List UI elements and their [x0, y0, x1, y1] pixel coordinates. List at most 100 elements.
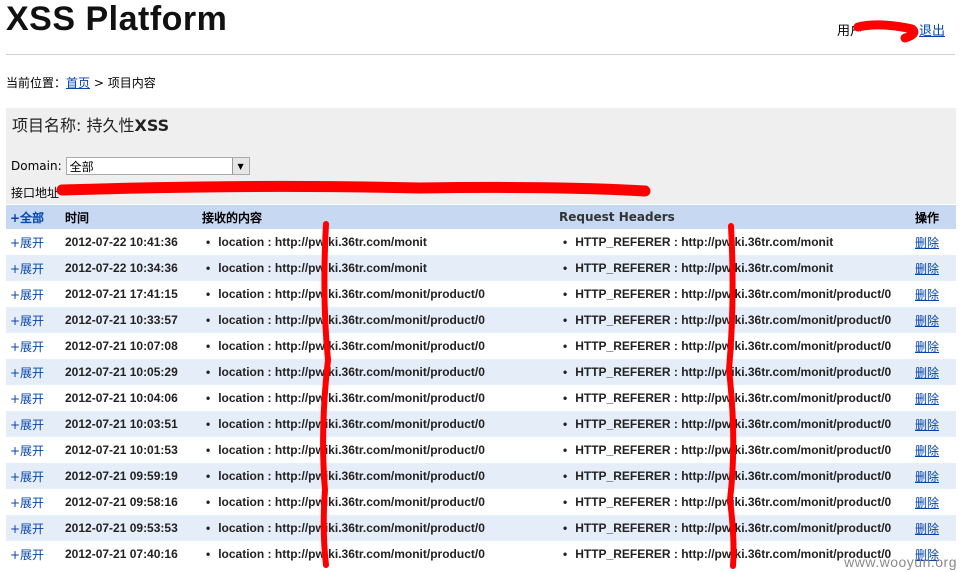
delete-cell: 删除: [911, 333, 956, 359]
table-row: +展开2012-07-21 07:40:16location : http://…: [6, 541, 956, 567]
table-row: +展开2012-07-22 10:41:36location : http://…: [6, 229, 956, 255]
delete-link[interactable]: 删除: [915, 340, 939, 354]
record-request-headers: HTTP_REFERER : http://pwiki.36tr.com/mon…: [555, 437, 911, 463]
breadcrumb: 当前位置：首页 > 项目内容: [6, 74, 156, 91]
record-time: 2012-07-21 10:03:51: [61, 411, 198, 437]
table-row: +展开2012-07-21 10:04:06location : http://…: [6, 385, 956, 411]
domain-filter: Domain: 全部 ▼: [11, 157, 250, 175]
delete-cell: 删除: [911, 359, 956, 385]
delete-cell: 删除: [911, 411, 956, 437]
table-header-row: +全部 时间 接收的内容 Request Headers 操作: [6, 205, 956, 229]
table-row: +展开2012-07-21 10:05:29location : http://…: [6, 359, 956, 385]
record-content: location : http://pwiki.36tr.com/monit/p…: [198, 333, 555, 359]
user-area: 用户 退出: [837, 20, 945, 39]
delete-link[interactable]: 删除: [915, 366, 939, 380]
breadcrumb-current: 项目内容: [107, 76, 156, 90]
breadcrumb-home-link[interactable]: 首页: [66, 76, 90, 90]
record-request-headers: HTTP_REFERER : http://pwiki.36tr.com/mon…: [555, 515, 911, 541]
record-request-headers: HTTP_REFERER : http://pwiki.36tr.com/mon…: [555, 229, 911, 255]
record-content: location : http://pwiki.36tr.com/monit/p…: [198, 437, 555, 463]
delete-cell: 删除: [911, 463, 956, 489]
expand-button[interactable]: +展开: [6, 385, 61, 411]
record-time: 2012-07-21 10:04:06: [61, 385, 198, 411]
domain-selected-value: 全部: [69, 159, 94, 174]
user-label: 用户: [836, 24, 863, 39]
breadcrumb-prefix: 当前位置：: [6, 76, 67, 90]
watermark: www.wooyun.org: [844, 554, 957, 570]
record-time: 2012-07-21 10:07:08: [61, 333, 198, 359]
record-request-headers: HTTP_REFERER : http://pwiki.36tr.com/mon…: [555, 359, 911, 385]
delete-link[interactable]: 删除: [915, 522, 939, 536]
table-row: +展开2012-07-21 09:58:16location : http://…: [6, 489, 956, 515]
expand-button[interactable]: +展开: [6, 307, 61, 333]
column-header-request-headers: Request Headers: [555, 205, 911, 229]
expand-button[interactable]: +展开: [6, 359, 61, 385]
expand-button[interactable]: +展开: [6, 411, 61, 437]
project-name-suffix: XSS: [134, 116, 170, 135]
record-content: location : http://pwiki.36tr.com/monit/p…: [198, 489, 555, 515]
table-row: +展开2012-07-21 09:53:53location : http://…: [6, 515, 956, 541]
record-time: 2012-07-21 07:40:16: [61, 541, 198, 567]
delete-link[interactable]: 删除: [915, 496, 939, 510]
header-divider: [6, 54, 955, 55]
delete-cell: 删除: [911, 229, 956, 255]
delete-cell: 删除: [911, 385, 956, 411]
record-time: 2012-07-21 10:05:29: [61, 359, 198, 385]
records-table: +全部 时间 接收的内容 Request Headers 操作 +展开 2012-…: [6, 205, 956, 567]
table-row: +展开2012-07-21 10:01:53location : http://…: [6, 437, 956, 463]
record-time: 2012-07-22 10:41:36: [61, 229, 198, 255]
project-name-label: 项目名称:: [12, 116, 87, 135]
delete-link[interactable]: 删除: [915, 262, 939, 276]
delete-link[interactable]: 删除: [915, 392, 939, 406]
record-time: 2012-07-21 10:01:53: [61, 437, 198, 463]
expand-all-button[interactable]: +全部: [6, 205, 61, 229]
delete-link[interactable]: 删除: [915, 314, 939, 328]
expand-button[interactable]: +展开: [6, 437, 61, 463]
record-content: location : http://pwiki.36tr.com/monit/p…: [198, 307, 555, 333]
expand-button[interactable]: +展开: [6, 515, 61, 541]
record-request-headers: HTTP_REFERER : http://pwiki.36tr.com/mon…: [555, 281, 911, 307]
record-content: location : http://pwiki.36tr.com/monit: [198, 255, 555, 281]
record-content: location : http://pwiki.36tr.com/monit/p…: [198, 359, 555, 385]
expand-button[interactable]: +展开: [6, 229, 61, 255]
column-header-action: 操作: [911, 205, 956, 229]
project-panel: 项目名称: 持久性XSS Domain: 全部 ▼ 接口地址: [6, 108, 956, 204]
delete-link[interactable]: 删除: [915, 444, 939, 458]
record-request-headers: HTTP_REFERER : http://pwiki.36tr.com/mon…: [555, 307, 911, 333]
site-title: XSS Platform: [6, 0, 228, 38]
delete-link[interactable]: 删除: [915, 288, 939, 302]
record-request-headers: HTTP_REFERER : http://pwiki.36tr.com/mon…: [555, 489, 911, 515]
table-row: +展开2012-07-21 10:07:08location : http://…: [6, 333, 956, 359]
expand-button[interactable]: +展开: [6, 489, 61, 515]
delete-cell: 删除: [911, 437, 956, 463]
record-content: location : http://pwiki.36tr.com/monit/p…: [198, 541, 555, 567]
expand-button[interactable]: +展开: [6, 255, 61, 281]
project-name-value: 持久性: [86, 116, 135, 135]
domain-label: Domain:: [11, 159, 62, 173]
expand-button[interactable]: +展开: [6, 463, 61, 489]
table-row: +展开2012-07-21 09:59:19location : http://…: [6, 463, 956, 489]
record-content: location : http://pwiki.36tr.com/monit: [198, 229, 555, 255]
record-content: location : http://pwiki.36tr.com/monit/p…: [198, 385, 555, 411]
delete-link[interactable]: 删除: [915, 236, 939, 250]
column-header-time: 时间: [61, 205, 198, 229]
chevron-down-icon[interactable]: ▼: [231, 158, 249, 174]
delete-cell: 删除: [911, 255, 956, 281]
record-content: location : http://pwiki.36tr.com/monit/p…: [198, 463, 555, 489]
delete-link[interactable]: 删除: [915, 418, 939, 432]
expand-button[interactable]: +展开: [6, 541, 61, 567]
delete-cell: 删除: [911, 515, 956, 541]
breadcrumb-separator: >: [90, 76, 108, 90]
record-time: 2012-07-21 09:53:53: [61, 515, 198, 541]
domain-select[interactable]: 全部 ▼: [65, 157, 250, 175]
api-address: 接口地址: [11, 184, 59, 201]
record-request-headers: HTTP_REFERER : http://pwiki.36tr.com/mon…: [555, 385, 911, 411]
table-row: +展开2012-07-22 10:34:36location : http://…: [6, 255, 956, 281]
table-row: +展开2012-07-21 17:41:15location : http://…: [6, 281, 956, 307]
expand-button[interactable]: +展开: [6, 333, 61, 359]
column-header-content: 接收的内容: [198, 205, 555, 229]
logout-link[interactable]: 退出: [919, 24, 945, 39]
expand-button[interactable]: +展开: [6, 281, 61, 307]
delete-link[interactable]: 删除: [915, 470, 939, 484]
record-content: location : http://pwiki.36tr.com/monit/p…: [198, 281, 555, 307]
